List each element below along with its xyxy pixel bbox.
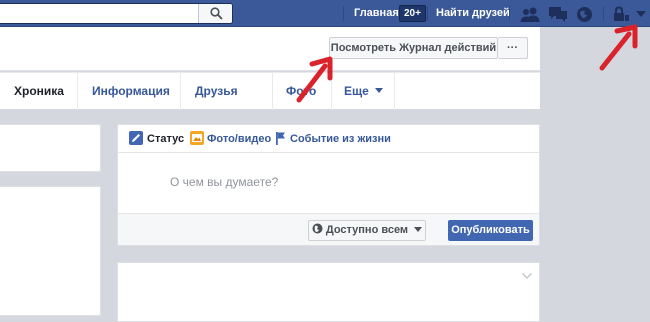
messages-icon[interactable] — [548, 6, 568, 22]
left-column-card — [0, 124, 101, 172]
chevron-down-icon — [375, 88, 384, 93]
chevron-down-icon[interactable] — [522, 273, 532, 279]
tab-separator — [394, 73, 395, 110]
nav-divider — [509, 6, 510, 21]
home-link[interactable]: Главная — [354, 7, 399, 19]
tab-separator — [272, 73, 273, 110]
annotation-arrow-icon — [296, 56, 333, 103]
tab-timeline[interactable]: Хроника — [14, 84, 64, 98]
left-column-card — [0, 186, 101, 316]
friend-requests-icon[interactable] — [520, 6, 540, 22]
life-event-flag-icon — [276, 132, 285, 145]
tab-more-label: Еще — [344, 84, 369, 98]
search-button[interactable] — [198, 4, 232, 23]
cover-action-strip: Посмотреть Журнал действий ··· — [0, 27, 540, 71]
photo-video-icon — [190, 131, 204, 145]
tab-separator — [77, 73, 78, 110]
tab-photo-video[interactable]: Фото/видео — [207, 133, 271, 145]
activity-log-button[interactable]: Посмотреть Журнал действий — [329, 37, 498, 59]
search-input[interactable] — [0, 3, 233, 24]
nav-divider — [427, 6, 428, 21]
audience-label: Доступно всем — [325, 224, 409, 236]
annotation-arrow-icon — [599, 24, 638, 71]
globe-icon — [312, 223, 323, 234]
home-notification-badge: 20+ — [399, 5, 426, 22]
search-icon — [210, 7, 223, 20]
nav-divider — [343, 6, 344, 21]
notifications-icon[interactable] — [576, 6, 593, 23]
nav-divider — [603, 6, 604, 21]
account-menu-icon[interactable] — [636, 11, 646, 18]
tab-status[interactable]: Статус — [147, 133, 184, 145]
tab-friends[interactable]: Друзья — [195, 84, 238, 98]
audience-selector[interactable]: Доступно всем — [308, 220, 426, 241]
tab-about[interactable]: Информация — [92, 84, 170, 98]
tab-more[interactable]: Еще — [344, 84, 384, 98]
tab-separator — [180, 73, 181, 110]
status-pencil-icon — [129, 131, 143, 145]
tab-life-event[interactable]: Событие из жизни — [290, 133, 391, 145]
publish-button[interactable]: Опубликовать — [448, 220, 533, 241]
find-friends-link[interactable]: Найти друзей — [436, 7, 510, 19]
composer-text-input[interactable]: О чем вы думаете? — [170, 175, 278, 189]
more-options-button[interactable]: ··· — [498, 37, 528, 59]
composer-footer: Доступно всем Опубликовать — [118, 213, 539, 245]
chevron-down-icon — [414, 227, 423, 232]
post-composer: Статус Фото/видео Событие из жизни О чем… — [117, 124, 540, 246]
profile-tabs: Хроника Информация Друзья Фото Еще — [0, 72, 540, 110]
top-navigation-bar: Главная 20+ Найти друзей — [0, 0, 650, 27]
feed-story-card — [117, 262, 540, 322]
composer-tabs: Статус Фото/видео Событие из жизни — [118, 125, 539, 153]
